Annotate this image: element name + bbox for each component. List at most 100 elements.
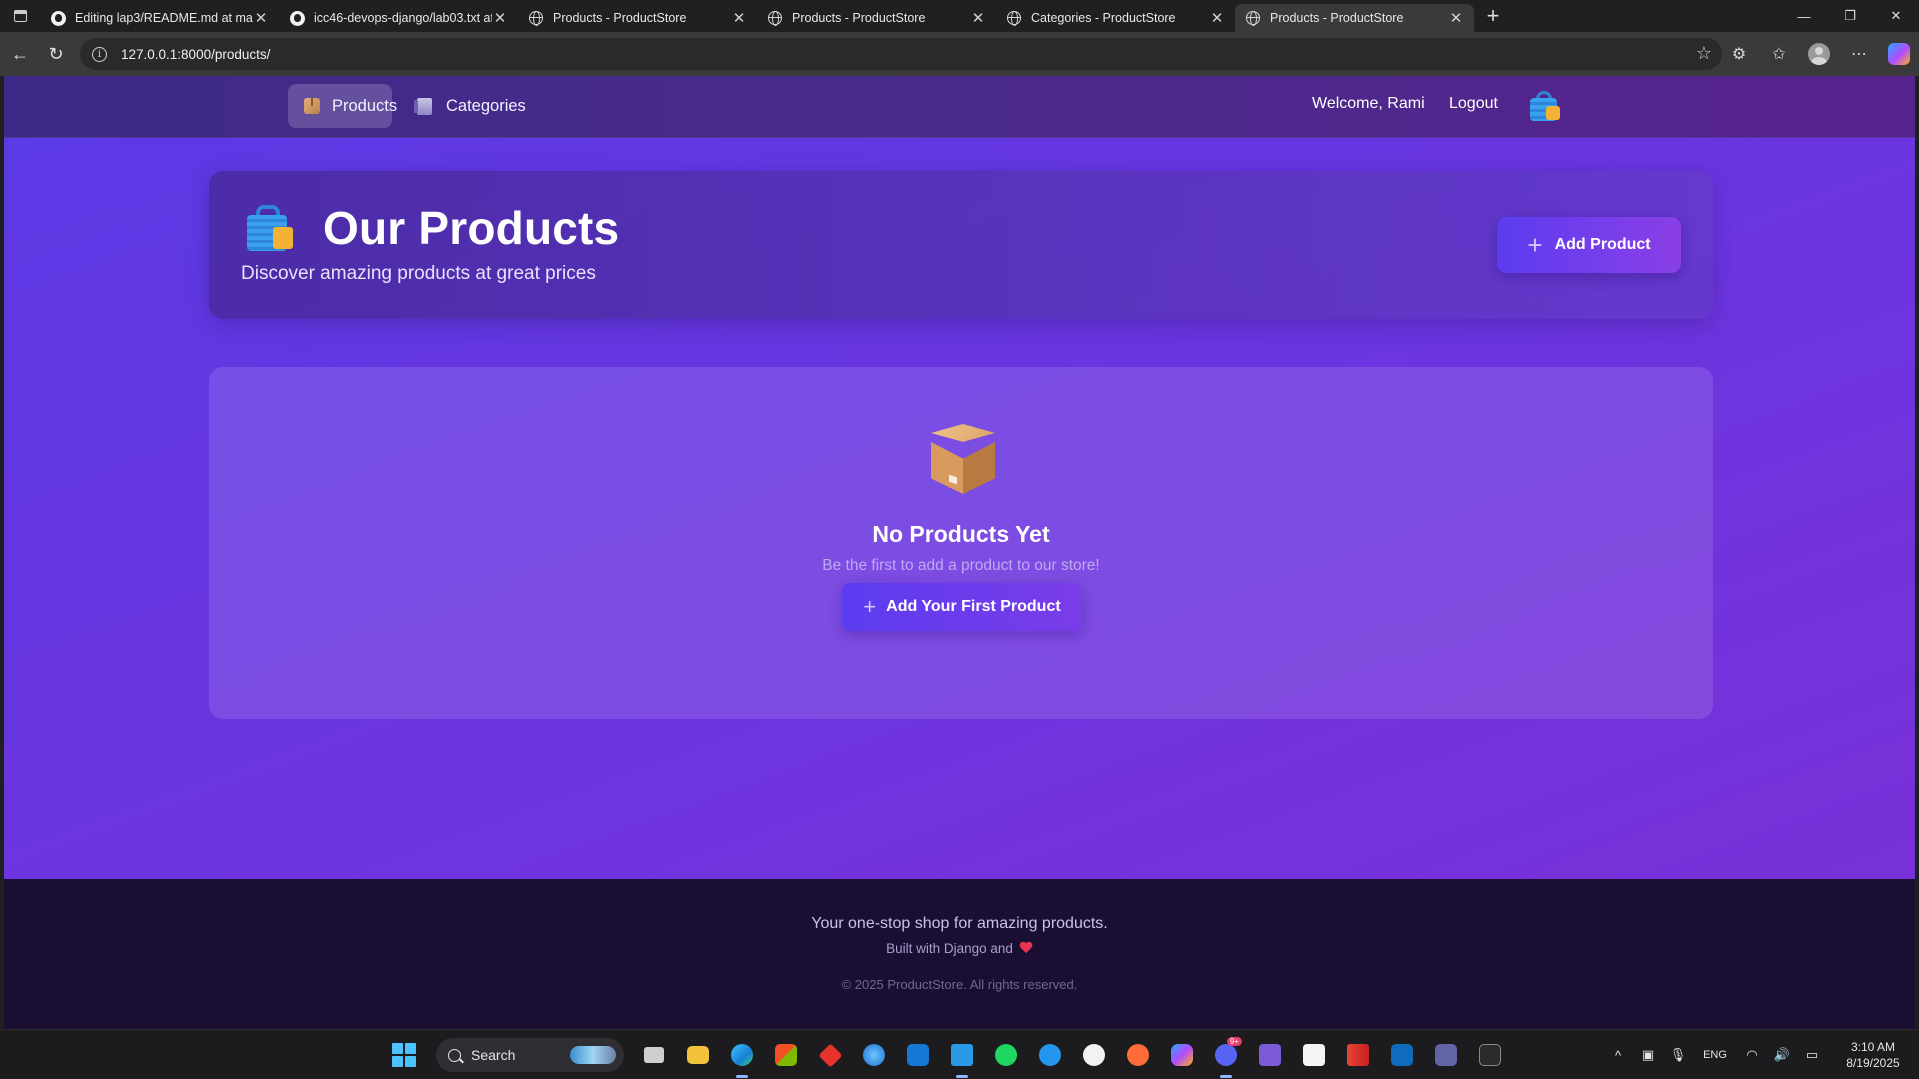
tab-title: Editing lap3/README.md at main xyxy=(75,11,253,25)
postman-icon[interactable] xyxy=(1120,1037,1156,1073)
language-indicator[interactable]: ENG xyxy=(1693,1049,1737,1061)
site-info-icon[interactable]: i xyxy=(92,46,107,62)
volume-icon[interactable]: 🔊 xyxy=(1767,1047,1797,1063)
browser-tab-active[interactable]: Products - ProductStore ✕ xyxy=(1235,4,1474,32)
empty-state-card: No Products Yet Be the first to add a pr… xyxy=(209,367,1713,719)
copilot-app-icon[interactable] xyxy=(1164,1037,1200,1073)
nav-products-label: Products xyxy=(332,96,398,115)
restore-icon[interactable]: ❐ xyxy=(1827,0,1873,32)
battery-icon[interactable]: ▭ xyxy=(1797,1047,1827,1063)
git-app-icon[interactable] xyxy=(812,1037,848,1073)
tray-device-icon[interactable]: ▣ xyxy=(1633,1047,1663,1063)
globe-icon xyxy=(1245,10,1261,26)
gmail-icon[interactable] xyxy=(1340,1037,1376,1073)
nav-categories-link[interactable]: Categories xyxy=(398,84,542,128)
globe-icon xyxy=(528,10,544,26)
globe-icon xyxy=(1006,10,1022,26)
taskbar-clock[interactable]: 3:10 AM 8/19/2025 xyxy=(1833,1039,1913,1071)
browser-toolbar: ← ↻ i 127.0.0.1:8000/products/ ☆ ⚙ ✩ ⋯ xyxy=(0,32,1919,76)
minimize-icon[interactable]: — xyxy=(1781,0,1827,32)
tab-title: Categories - ProductStore xyxy=(1031,11,1176,25)
windows-start-icon[interactable] xyxy=(392,1043,416,1067)
browser-app-icon[interactable] xyxy=(856,1037,892,1073)
nav-products-link[interactable]: Products xyxy=(288,84,397,128)
microsoft-store-icon[interactable] xyxy=(768,1037,804,1073)
back-button[interactable]: ← xyxy=(2,38,38,70)
window-border xyxy=(1915,76,1919,1029)
new-tab-button[interactable]: + xyxy=(1478,3,1508,29)
outlook-classic-icon[interactable] xyxy=(1384,1037,1420,1073)
system-tray: ^ ▣ 🎙 ENG ◠ 🔊 ▭ 3:10 AM 8/19/2025 xyxy=(1603,1030,1919,1079)
clock-time: 3:10 AM xyxy=(1850,1040,1896,1054)
empty-state-subtitle: Be the first to add a product to our sto… xyxy=(822,557,1100,574)
browser-tab[interactable]: icc46-devops-django/lab03.txt at ✕ xyxy=(279,4,518,32)
discord-icon[interactable]: 9+ xyxy=(1208,1037,1244,1078)
vscode-icon[interactable] xyxy=(944,1037,980,1078)
close-tab-icon[interactable]: ✕ xyxy=(1209,9,1225,27)
tab-actions-button[interactable] xyxy=(0,0,40,32)
browser-tab-strip: Editing lap3/README.md at main ✕ icc46-d… xyxy=(0,0,1919,32)
logout-link[interactable]: Logout xyxy=(1449,95,1498,113)
edge-browser-icon[interactable] xyxy=(724,1037,760,1078)
close-tab-icon[interactable]: ✕ xyxy=(731,9,747,27)
browser-tab[interactable]: Categories - ProductStore ✕ xyxy=(996,4,1235,32)
page-viewport: Products Categories Welcome, Rami Logout… xyxy=(4,76,1915,1029)
reload-button[interactable]: ↻ xyxy=(38,38,74,70)
terminal-app-icon[interactable] xyxy=(1472,1037,1508,1073)
toolbar-right-actions: ⚙ ✩ ⋯ xyxy=(1719,32,1919,76)
copilot-icon xyxy=(1888,43,1910,65)
shopping-bag-icon xyxy=(1530,91,1564,123)
favorites-icon[interactable]: ✩ xyxy=(1759,32,1799,76)
favorite-star-icon[interactable]: ☆ xyxy=(1696,43,1712,64)
taskbar-search-label: Search xyxy=(471,1047,516,1063)
shopping-bag-icon xyxy=(247,205,299,253)
nav-categories-label: Categories xyxy=(446,96,526,115)
browser-tab[interactable]: Editing lap3/README.md at main ✕ xyxy=(40,4,279,32)
taskbar-search[interactable]: Search xyxy=(436,1038,624,1072)
browser-tab[interactable]: Products - ProductStore ✕ xyxy=(757,4,996,32)
chatgpt-icon[interactable] xyxy=(1076,1037,1112,1073)
browser-tab[interactable]: Products - ProductStore ✕ xyxy=(518,4,757,32)
card-index-icon xyxy=(413,96,434,116)
teams-icon[interactable] xyxy=(1428,1037,1464,1073)
extensions-icon[interactable]: ⚙ xyxy=(1719,32,1759,76)
site-navbar: Products Categories Welcome, Rami Logout xyxy=(4,76,1915,138)
tab-title: Products - ProductStore xyxy=(1270,11,1404,25)
add-product-button[interactable]: + Add Product xyxy=(1497,217,1681,273)
close-window-icon[interactable]: ✕ xyxy=(1873,0,1919,32)
wifi-icon[interactable]: ◠ xyxy=(1737,1047,1767,1063)
outlook-icon[interactable] xyxy=(900,1037,936,1073)
close-tab-icon[interactable]: ✕ xyxy=(253,9,269,27)
microphone-icon[interactable]: 🎙 xyxy=(1663,1047,1693,1063)
vs-icon[interactable] xyxy=(1252,1037,1288,1073)
spotify-icon[interactable] xyxy=(988,1037,1024,1073)
task-view-icon[interactable] xyxy=(636,1037,672,1073)
more-menu-icon[interactable]: ⋯ xyxy=(1839,32,1879,76)
clock-date: 8/19/2025 xyxy=(1846,1056,1900,1070)
footer-built-with-text: Built with Django and xyxy=(886,941,1013,956)
globe-icon xyxy=(767,10,783,26)
close-tab-icon[interactable]: ✕ xyxy=(492,9,508,27)
add-first-product-label: Add Your First Product xyxy=(886,598,1061,615)
taskbar-apps: Search 9+ xyxy=(392,1030,1512,1079)
welcome-text: Welcome, Rami xyxy=(1312,95,1425,112)
os-taskbar: Search 9+ ^ ▣ 🎙 ENG ◠ 🔊 ▭ 3:10 AM 8/19/2… xyxy=(0,1029,1919,1079)
close-tab-icon[interactable]: ✕ xyxy=(970,9,986,27)
avatar-icon xyxy=(1808,43,1830,65)
file-explorer-icon[interactable] xyxy=(680,1037,716,1073)
site-footer: Your one-stop shop for amazing products.… xyxy=(4,879,1915,1029)
heart-icon xyxy=(1019,942,1033,954)
add-first-product-button[interactable]: + Add Your First Product xyxy=(842,583,1082,631)
close-tab-icon[interactable]: ✕ xyxy=(1448,9,1464,27)
package-icon xyxy=(304,96,320,116)
profile-button[interactable] xyxy=(1799,32,1839,76)
page-title: Our Products xyxy=(323,202,620,254)
notion-icon[interactable] xyxy=(1296,1037,1332,1073)
page-header-card: Our Products Discover amazing products a… xyxy=(209,171,1713,319)
docker-icon[interactable] xyxy=(1032,1037,1068,1073)
copilot-button[interactable] xyxy=(1879,32,1919,76)
address-bar[interactable]: i 127.0.0.1:8000/products/ ☆ xyxy=(80,38,1722,70)
chevron-up-icon[interactable]: ^ xyxy=(1603,1048,1633,1063)
package-icon xyxy=(931,424,995,496)
footer-tagline: Your one-stop shop for amazing products. xyxy=(811,915,1108,932)
